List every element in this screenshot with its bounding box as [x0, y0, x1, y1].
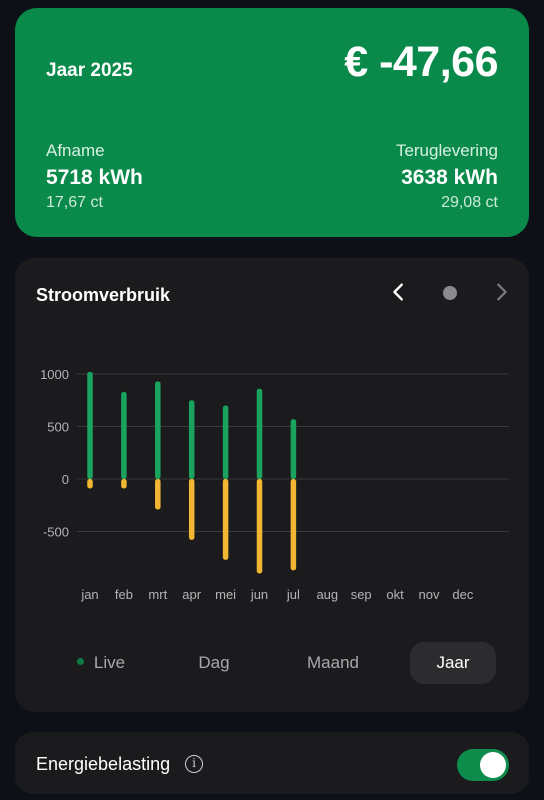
- tab-day[interactable]: Dag: [183, 642, 245, 684]
- period-tabs: Live Dag Maand Jaar: [15, 642, 529, 686]
- x-tick-label: jul: [286, 587, 300, 602]
- x-tick-label: aug: [316, 587, 338, 602]
- tab-day-label: Dag: [198, 653, 230, 672]
- x-tick-label: apr: [182, 587, 201, 602]
- info-icon[interactable]: i: [185, 755, 203, 773]
- return-bar: [121, 479, 127, 489]
- x-tick-label: dec: [452, 587, 473, 602]
- return-price: 29,08 ct: [441, 194, 498, 211]
- energy-tax-toggle[interactable]: [457, 749, 509, 781]
- x-tick-label: jan: [80, 587, 98, 602]
- tab-live[interactable]: Live: [68, 642, 134, 684]
- x-tick-label: mei: [215, 587, 236, 602]
- return-kwh: 3638 kWh: [401, 166, 498, 189]
- return-bar: [155, 479, 161, 510]
- x-tick-label: feb: [115, 587, 133, 602]
- energy-tax-label: Energiebelasting: [36, 754, 171, 774]
- x-tick-label: nov: [419, 587, 440, 602]
- x-tick-label: sep: [351, 587, 372, 602]
- return-bar: [87, 479, 93, 489]
- consumption-label: Afname: [46, 141, 105, 160]
- consumption-bar: [121, 391, 127, 479]
- return-bar: [256, 479, 263, 574]
- total-cost: € -47,66: [344, 38, 498, 86]
- x-tick-label: mrt: [148, 587, 167, 602]
- tab-month[interactable]: Maand: [291, 642, 375, 684]
- y-tick-label: 500: [47, 420, 69, 435]
- usage-bar-chart: 1000 500 0 -500 jan feb mrt apr mei jun jul aug sep o…: [40, 367, 509, 602]
- energy-tax-card: Energiebelasting i: [15, 732, 529, 794]
- y-tick-label: -500: [43, 525, 69, 540]
- x-tick-label: jun: [250, 587, 268, 602]
- consumption-bar: [222, 405, 229, 479]
- consumption-price: 17,67 ct: [46, 194, 103, 211]
- consumption-bar: [290, 419, 297, 479]
- year-summary-card: Jaar 2025 € -47,66 Afname 5718 kWh 17,67…: [15, 8, 529, 237]
- period-title: Jaar 2025: [46, 60, 133, 81]
- return-label: Teruglevering: [395, 141, 498, 160]
- toggle-knob: [480, 752, 506, 778]
- consumption-kwh: 5718 kWh: [46, 166, 143, 189]
- tab-month-label: Maand: [307, 653, 359, 672]
- tab-year[interactable]: Jaar: [410, 642, 496, 684]
- y-tick-label: 1000: [40, 367, 69, 382]
- tab-year-label: Jaar: [436, 653, 470, 672]
- consumption-bar: [155, 381, 161, 479]
- power-usage-card: Stroomverbruik 1000 500 0 -500 jan feb mrt apr m…: [15, 258, 529, 712]
- x-tick-label: okt: [386, 587, 404, 602]
- consumption-bar: [87, 371, 93, 479]
- return-bar: [188, 479, 195, 540]
- y-tick-label: 0: [62, 472, 69, 487]
- return-bar: [290, 479, 297, 571]
- consumption-bar: [188, 400, 195, 479]
- return-bar: [222, 479, 229, 560]
- live-dot-icon: [76, 658, 84, 666]
- consumption-bar: [256, 388, 263, 479]
- tab-live-label: Live: [93, 653, 126, 672]
